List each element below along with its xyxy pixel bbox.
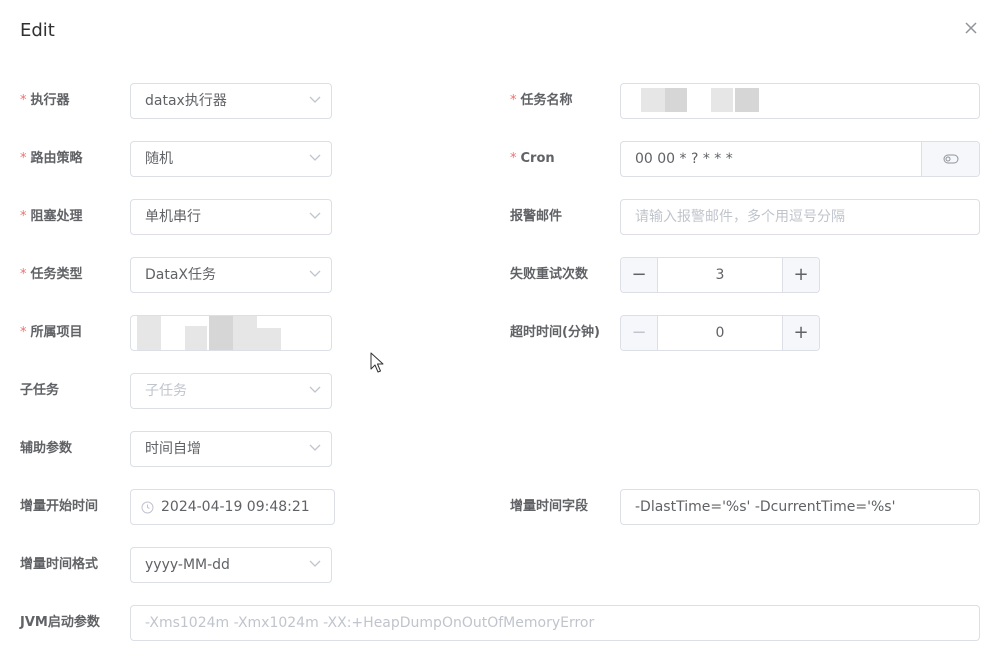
incr-time-field-label: 增量时间字段 (510, 499, 589, 514)
chevron-down-icon (309, 270, 321, 277)
decrement-button[interactable]: − (621, 316, 658, 350)
close-icon[interactable] (961, 18, 981, 38)
cron-generator-button[interactable] (921, 142, 979, 176)
sub-task-label: 子任务 (20, 383, 60, 398)
executor-label: * 执行器 (20, 93, 70, 108)
required-mark: * (20, 151, 27, 166)
incr-start-time-label: 增量开始时间 (20, 499, 99, 514)
cron-input[interactable]: 00 00 * ? * * * (620, 141, 980, 177)
retry-count-value[interactable]: 3 (658, 258, 782, 292)
chevron-down-icon (309, 560, 321, 567)
increment-button[interactable]: + (782, 258, 819, 292)
redacted-text (711, 88, 733, 112)
cron-label: * Cron (510, 151, 555, 166)
alarm-email-label: 报警邮件 (510, 209, 563, 224)
incr-start-time-picker[interactable]: 2024-04-19 09:48:21 (130, 489, 335, 525)
route-strategy-label: * 路由策略 (20, 151, 83, 166)
decrement-button[interactable]: − (621, 258, 658, 292)
required-mark: * (20, 267, 27, 282)
required-mark: * (510, 151, 517, 166)
redacted-text (735, 88, 759, 112)
timeout-stepper[interactable]: − 0 + (620, 315, 820, 351)
chevron-down-icon (309, 444, 321, 451)
redacted-text (641, 88, 665, 112)
route-strategy-select[interactable]: 随机 (130, 141, 332, 177)
incr-time-format-select[interactable]: yyyy-MM-dd (130, 547, 332, 583)
mouse-cursor-icon (370, 352, 384, 373)
chevron-down-icon (309, 154, 321, 161)
alarm-email-input[interactable]: 请输入报警邮件，多个用逗号分隔 (620, 199, 980, 235)
clock-icon (141, 501, 154, 514)
jvm-params-label: JVM启动参数 (20, 615, 100, 630)
redacted-text (137, 316, 161, 350)
required-mark: * (510, 93, 517, 108)
required-mark: * (20, 93, 27, 108)
redacted-text (665, 88, 687, 112)
aux-param-label: 辅助参数 (20, 441, 73, 456)
chevron-down-icon (309, 212, 321, 219)
timeout-value[interactable]: 0 (658, 316, 782, 350)
task-type-label: * 任务类型 (20, 267, 83, 282)
redacted-text (185, 326, 207, 350)
sub-task-select[interactable]: 子任务 (130, 373, 332, 409)
chevron-down-icon (309, 96, 321, 103)
redacted-text (233, 316, 257, 350)
jvm-params-input[interactable]: -Xms1024m -Xmx1024m -XX:+HeapDumpOnOutOf… (130, 605, 980, 641)
timeout-label: 超时时间(分钟) (510, 325, 600, 340)
incr-time-format-label: 增量时间格式 (20, 557, 99, 572)
chevron-down-icon (309, 386, 321, 393)
project-label: * 所属项目 (20, 325, 83, 340)
task-type-select[interactable]: DataX任务 (130, 257, 332, 293)
task-name-label: * 任务名称 (510, 93, 573, 108)
block-strategy-select[interactable]: 单机串行 (130, 199, 332, 235)
toggle-icon (943, 154, 959, 164)
retry-count-stepper[interactable]: − 3 + (620, 257, 820, 293)
required-mark: * (20, 209, 27, 224)
retry-count-label: 失败重试次数 (510, 267, 589, 282)
required-mark: * (20, 325, 27, 340)
aux-param-select[interactable]: 时间自增 (130, 431, 332, 467)
project-select[interactable] (130, 315, 332, 351)
increment-button[interactable]: + (782, 316, 819, 350)
dialog-title: Edit (20, 20, 55, 41)
incr-time-field-input[interactable]: -DlastTime='%s' -DcurrentTime='%s' (620, 489, 980, 525)
redacted-text (257, 328, 281, 350)
block-strategy-label: * 阻塞处理 (20, 209, 83, 224)
redacted-text (209, 316, 233, 350)
task-name-input[interactable] (620, 83, 980, 119)
executor-select[interactable]: datax执行器 (130, 83, 332, 119)
